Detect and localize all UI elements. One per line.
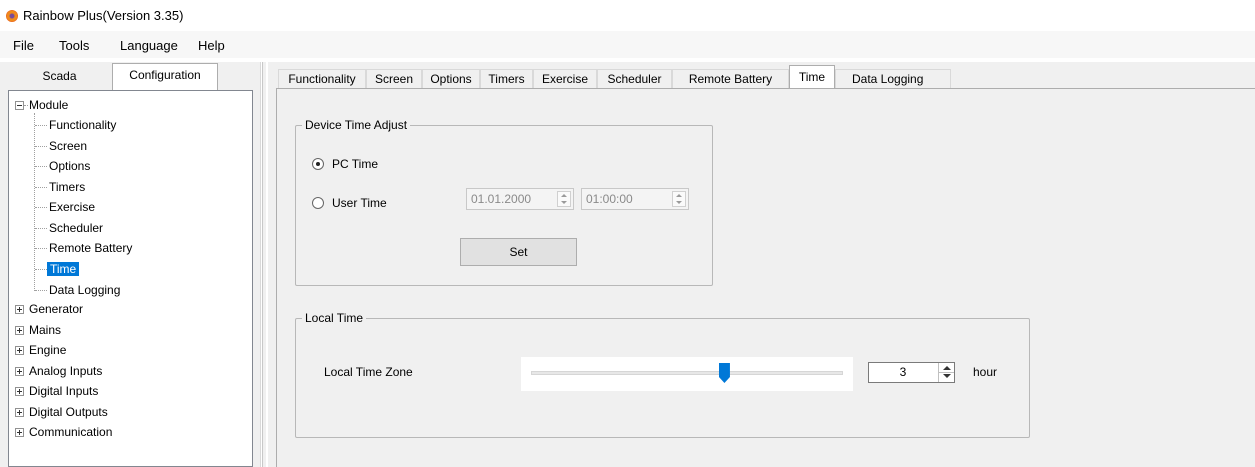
user-time-label[interactable]: User Time xyxy=(332,196,387,210)
user-time-radio[interactable] xyxy=(312,197,324,209)
expand-icon[interactable] xyxy=(15,326,24,335)
tree-node-options[interactable]: Options xyxy=(48,159,91,173)
tree-node-time[interactable]: Time xyxy=(47,262,80,276)
set-button[interactable]: Set xyxy=(460,238,577,266)
pc-time-label[interactable]: PC Time xyxy=(332,157,378,171)
tab-timers[interactable]: Timers xyxy=(480,69,533,90)
slider-thumb[interactable] xyxy=(718,363,730,383)
expand-icon[interactable] xyxy=(15,346,24,355)
tab-configuration[interactable]: Configuration xyxy=(112,63,218,90)
tree-node-generator[interactable]: Generator xyxy=(28,302,84,316)
tree-node-digital-inputs[interactable]: Digital Inputs xyxy=(28,384,99,398)
tree-node-module[interactable]: Module xyxy=(28,98,69,112)
tab-scheduler[interactable]: Scheduler xyxy=(597,69,672,90)
tab-functionality[interactable]: Functionality xyxy=(278,69,366,90)
left-panel: Scada Configuration Module Functionality… xyxy=(0,62,261,467)
group-title-local-time: Local Time xyxy=(302,311,367,325)
time-zone-number-input[interactable]: 3 xyxy=(868,362,955,383)
tree-node-functionality[interactable]: Functionality xyxy=(48,118,117,132)
slider-track xyxy=(531,371,843,375)
spinner-icon[interactable] xyxy=(557,191,571,207)
local-time-group: Local Time Local Time Zone 3 hour xyxy=(295,311,1030,438)
menu-language[interactable]: Language xyxy=(120,38,178,53)
menu-tools[interactable]: Tools xyxy=(59,38,89,53)
tab-exercise[interactable]: Exercise xyxy=(533,69,597,90)
user-date-value: 01.01.2000 xyxy=(471,192,532,206)
menu-help[interactable]: Help xyxy=(198,38,225,53)
title-bar: Rainbow Plus(Version 3.35) xyxy=(0,0,1255,31)
device-time-adjust-group: Device Time Adjust PC Time User Time 01.… xyxy=(295,118,713,286)
spinner-icon[interactable] xyxy=(672,191,686,207)
user-time-value: 01:00:00 xyxy=(586,192,633,206)
expand-icon[interactable] xyxy=(15,387,24,396)
hour-unit-label: hour xyxy=(973,365,998,379)
tree-node-timers[interactable]: Timers xyxy=(48,180,86,194)
menu-file[interactable]: File xyxy=(13,38,34,53)
tab-screen[interactable]: Screen xyxy=(366,69,422,90)
user-time-input[interactable]: 01:00:00 xyxy=(581,188,689,210)
tab-remote-battery[interactable]: Remote Battery xyxy=(672,69,789,90)
user-date-input[interactable]: 01.01.2000 xyxy=(466,188,574,210)
tree-node-exercise[interactable]: Exercise xyxy=(48,200,96,214)
tree-node-remote-battery[interactable]: Remote Battery xyxy=(48,241,133,255)
time-zone-slider[interactable] xyxy=(521,357,853,391)
window-title: Rainbow Plus(Version 3.35) xyxy=(23,8,184,23)
time-tab-page: Device Time Adjust PC Time User Time 01.… xyxy=(276,88,1255,467)
menu-bar: File Tools Language Help xyxy=(0,31,1255,58)
expand-icon[interactable] xyxy=(15,408,24,417)
tree-node-digital-outputs[interactable]: Digital Outputs xyxy=(28,405,109,419)
tree-node-scheduler[interactable]: Scheduler xyxy=(48,221,104,235)
tree-node-mains[interactable]: Mains xyxy=(28,323,62,337)
tab-scada[interactable]: Scada xyxy=(8,65,111,88)
right-panel: Functionality Screen Options Timers Exer… xyxy=(268,62,1255,467)
collapse-icon[interactable] xyxy=(15,101,24,110)
expand-icon[interactable] xyxy=(15,305,24,314)
pc-time-radio[interactable] xyxy=(312,158,324,170)
tab-data-logging[interactable]: Data Logging xyxy=(835,69,951,90)
tree-node-data-logging[interactable]: Data Logging xyxy=(48,283,121,297)
tree-node-communication[interactable]: Communication xyxy=(28,425,113,439)
local-time-zone-label: Local Time Zone xyxy=(324,365,413,379)
tree-node-engine[interactable]: Engine xyxy=(28,343,67,357)
expand-icon[interactable] xyxy=(15,428,24,437)
app-logo-icon xyxy=(6,10,18,22)
tree-node-screen[interactable]: Screen xyxy=(48,139,88,153)
tree-node-analog-inputs[interactable]: Analog Inputs xyxy=(28,364,103,378)
config-tree: Module Functionality Screen Options Time… xyxy=(8,90,253,467)
time-zone-value: 3 xyxy=(899,365,907,379)
group-title-device-time: Device Time Adjust xyxy=(302,118,411,132)
tab-options[interactable]: Options xyxy=(422,69,480,90)
spinner-icon[interactable] xyxy=(938,363,954,382)
expand-icon[interactable] xyxy=(15,367,24,376)
panel-splitter[interactable] xyxy=(262,62,266,467)
